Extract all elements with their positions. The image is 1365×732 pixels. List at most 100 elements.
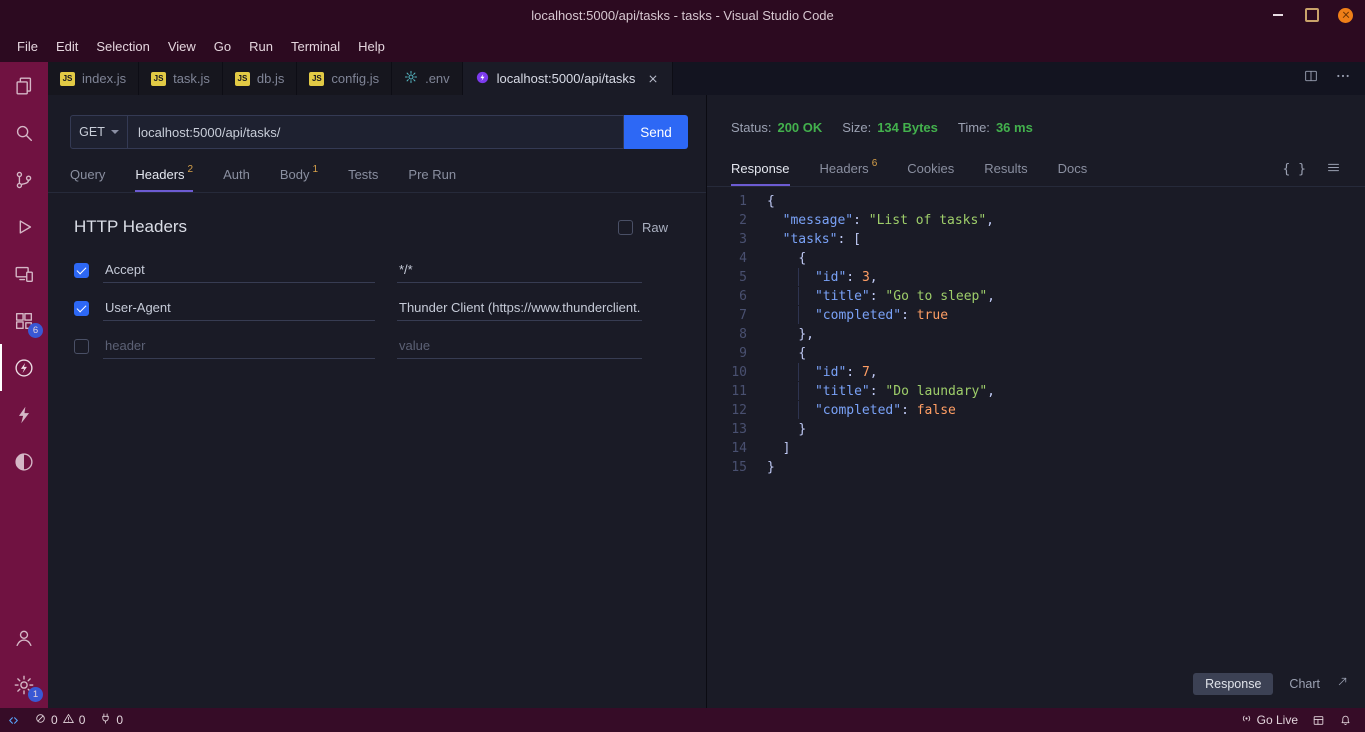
- raw-toggle[interactable]: Raw: [618, 220, 668, 235]
- menu-item-help[interactable]: Help: [349, 35, 394, 58]
- method-value: GET: [79, 125, 105, 139]
- more-actions-icon[interactable]: [1335, 68, 1351, 89]
- tab-thunder-request[interactable]: localhost:5000/api/tasks: [463, 62, 674, 95]
- menu-item-terminal[interactable]: Terminal: [282, 35, 349, 58]
- tab-tests[interactable]: Tests: [348, 159, 378, 192]
- line-number: 10: [721, 363, 747, 382]
- code-line: 6 "title": "Go to sleep",: [721, 287, 1365, 306]
- raw-checkbox[interactable]: [618, 220, 633, 235]
- ports-indicator[interactable]: 0: [92, 708, 130, 732]
- header-row: [74, 327, 680, 365]
- js-file-icon: JS: [235, 72, 250, 86]
- broadcast-icon: [1240, 712, 1253, 728]
- header-value-input[interactable]: [397, 257, 642, 283]
- table-grid-icon[interactable]: [1305, 708, 1332, 732]
- header-value-input[interactable]: [397, 333, 642, 359]
- extensions-icon[interactable]: 6: [0, 297, 48, 344]
- menu-item-go[interactable]: Go: [205, 35, 240, 58]
- tab-body[interactable]: Body1: [280, 159, 318, 192]
- url-row: GET Send: [70, 115, 688, 149]
- code-line: 10 "id": 7,: [721, 363, 1365, 382]
- go-live-button[interactable]: Go Live: [1233, 708, 1305, 732]
- maximize-icon[interactable]: [1304, 7, 1320, 23]
- header-checkbox[interactable]: [74, 339, 89, 354]
- tab-pre-run[interactable]: Pre Run: [408, 159, 456, 192]
- line-number: 14: [721, 439, 747, 458]
- code-line: 8 },: [721, 325, 1365, 344]
- menu-item-view[interactable]: View: [159, 35, 205, 58]
- send-button[interactable]: Send: [624, 115, 688, 149]
- response-view-button[interactable]: Response: [1193, 673, 1273, 695]
- run-debug-icon[interactable]: [0, 203, 48, 250]
- line-number: 5: [721, 268, 747, 287]
- tab-env[interactable]: .env: [392, 62, 463, 95]
- tab-query[interactable]: Query: [70, 159, 105, 192]
- tab-task-js[interactable]: JS task.js: [139, 62, 223, 95]
- request-panel: GET Send Query Headers2 Auth Body1 Tests…: [48, 95, 707, 708]
- menu-item-file[interactable]: File: [8, 35, 47, 58]
- split-editor-icon[interactable]: [1303, 68, 1319, 89]
- header-name-input[interactable]: [103, 333, 375, 359]
- header-checkbox[interactable]: [74, 301, 89, 316]
- method-select[interactable]: GET: [70, 115, 128, 149]
- tab-db-js[interactable]: JS db.js: [223, 62, 297, 95]
- crescent-icon[interactable]: [0, 438, 48, 485]
- tab-config-js[interactable]: JS config.js: [297, 62, 392, 95]
- tab-close-icon[interactable]: [646, 72, 660, 86]
- window-controls: [1270, 0, 1353, 30]
- error-circle-icon: [34, 712, 47, 728]
- expand-icon[interactable]: [1336, 675, 1349, 693]
- accounts-icon[interactable]: [0, 614, 48, 661]
- minimize-icon[interactable]: [1270, 7, 1286, 23]
- url-input[interactable]: [128, 115, 624, 149]
- line-number: 15: [721, 458, 747, 477]
- header-checkbox[interactable]: [74, 263, 89, 278]
- code-line: 2 "message": "List of tasks",: [721, 211, 1365, 230]
- code-text: "title": "Go to sleep",: [767, 287, 995, 306]
- menu-item-edit[interactable]: Edit: [47, 35, 87, 58]
- statusbar: 0 0 0 Go Live: [0, 708, 1365, 732]
- tab-results[interactable]: Results: [984, 153, 1027, 186]
- problems-indicator[interactable]: 0 0: [27, 708, 92, 732]
- tab-response[interactable]: Response: [731, 153, 790, 186]
- response-panel: Status:200 OK Size:134 Bytes Time:36 ms …: [707, 95, 1365, 708]
- menu-item-selection[interactable]: Selection: [87, 35, 158, 58]
- tab-cookies[interactable]: Cookies: [907, 153, 954, 186]
- activity-bar: 6 1: [0, 62, 48, 708]
- code-line: 1{: [721, 192, 1365, 211]
- search-icon[interactable]: [0, 109, 48, 156]
- tab-auth[interactable]: Auth: [223, 159, 250, 192]
- tab-docs[interactable]: Docs: [1058, 153, 1088, 186]
- close-icon[interactable]: [1338, 8, 1353, 23]
- header-value-input[interactable]: [397, 295, 642, 321]
- tab-response-headers[interactable]: Headers6: [820, 153, 878, 186]
- chart-view-button[interactable]: Chart: [1289, 677, 1320, 691]
- window-title: localhost:5000/api/tasks - tasks - Visua…: [531, 8, 834, 23]
- lightning-icon[interactable]: [0, 391, 48, 438]
- extensions-badge: 6: [28, 323, 43, 338]
- explorer-icon[interactable]: [0, 62, 48, 109]
- status-value: 200 OK: [777, 120, 822, 135]
- tab-headers[interactable]: Headers2: [135, 159, 193, 192]
- menu-lines-icon[interactable]: [1326, 160, 1341, 180]
- warning-triangle-icon: [62, 712, 75, 728]
- code-line: 9 {: [721, 344, 1365, 363]
- code-text: {: [767, 192, 775, 211]
- format-json-icon[interactable]: { }: [1283, 162, 1306, 177]
- tab-label: task.js: [173, 71, 210, 86]
- tab-index-js[interactable]: JS index.js: [48, 62, 139, 95]
- settings-gear-icon[interactable]: 1: [0, 661, 48, 708]
- remote-indicator-icon[interactable]: [0, 708, 27, 732]
- menubar: File Edit Selection View Go Run Terminal…: [0, 30, 1365, 62]
- menu-item-run[interactable]: Run: [240, 35, 282, 58]
- tab-label: index.js: [82, 71, 126, 86]
- header-name-input[interactable]: [103, 295, 375, 321]
- header-rows: [74, 251, 680, 365]
- header-name-input[interactable]: [103, 257, 375, 283]
- source-control-icon[interactable]: [0, 156, 48, 203]
- code-line: 13 }: [721, 420, 1365, 439]
- bell-icon[interactable]: [1332, 708, 1359, 732]
- thunder-client-icon[interactable]: [0, 344, 48, 391]
- code-text: {: [767, 344, 806, 363]
- remote-explorer-icon[interactable]: [0, 250, 48, 297]
